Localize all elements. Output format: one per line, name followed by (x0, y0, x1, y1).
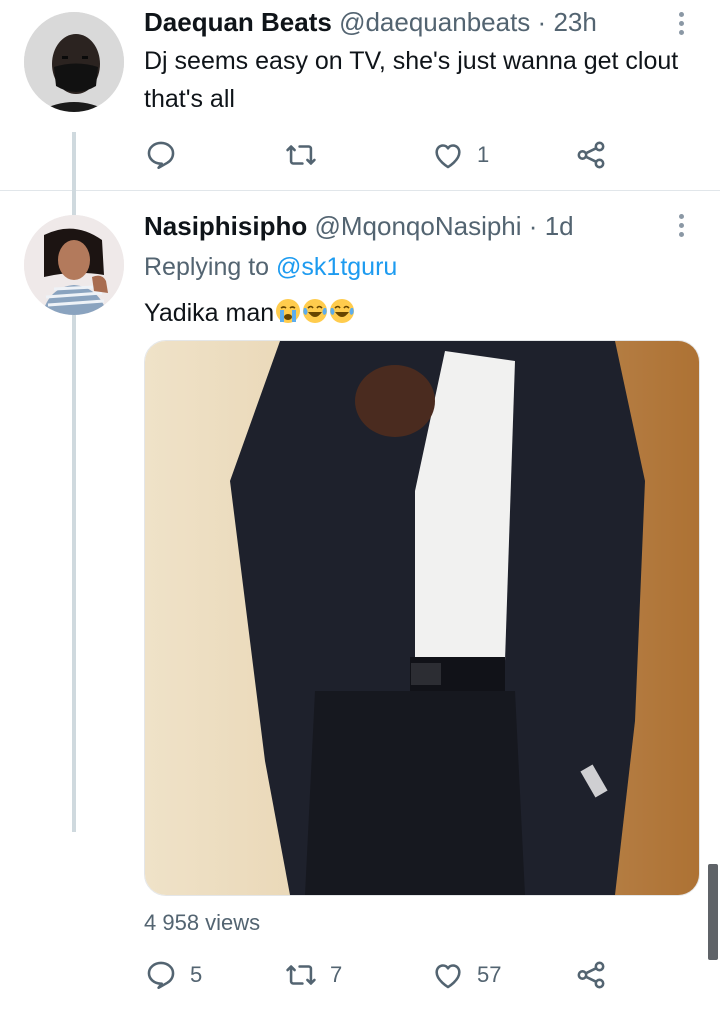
more-dots-icon[interactable] (678, 214, 686, 241)
tweet-actions: 1 (144, 135, 614, 175)
tweet-header: Nasiphisipho @MqonqoNasiphi · 1d (144, 210, 574, 242)
separator-dot: · (537, 7, 547, 37)
handle[interactable]: @daequanbeats (339, 7, 530, 37)
share-button[interactable] (574, 955, 608, 995)
display-name[interactable]: Nasiphisipho (144, 211, 307, 241)
retweet-button[interactable]: 7 (284, 955, 342, 995)
like-count: 1 (477, 142, 490, 167)
replying-prefix: Replying to (144, 253, 270, 281)
retweet-icon (286, 965, 316, 985)
retweet-icon (286, 145, 316, 165)
replying-to: Replying to @sk1tguru (144, 248, 397, 286)
heart-icon (435, 964, 461, 989)
like-button[interactable]: 1 (431, 135, 489, 175)
divider (0, 190, 720, 191)
like-button[interactable]: 57 (431, 955, 501, 995)
tweet-video[interactable] (144, 340, 700, 896)
avatar[interactable] (24, 215, 124, 315)
reply-button[interactable] (144, 135, 190, 175)
retweet-button[interactable] (284, 135, 330, 175)
like-count: 57 (477, 962, 502, 987)
tweet-actions: 5 7 57 (144, 955, 614, 995)
reply-count: 5 (190, 962, 203, 987)
timestamp[interactable]: 23h (553, 7, 596, 37)
display-name[interactable]: Daequan Beats (144, 7, 332, 37)
share-icon (577, 961, 605, 989)
tweet-card[interactable]: Daequan Beats @daequanbeats · 23h Dj see… (0, 0, 720, 190)
view-count: 4 958 views (144, 910, 261, 935)
avatar[interactable] (24, 12, 124, 112)
tweet-text-content: Yadika man (144, 299, 275, 327)
reply-button[interactable]: 5 (144, 955, 202, 995)
tweet-text: Yadika man (144, 294, 355, 332)
timestamp[interactable]: 1d (545, 211, 574, 241)
separator-dot: · (528, 211, 538, 241)
reply-icon (147, 961, 175, 990)
mention-link[interactable]: @sk1tguru (276, 253, 397, 281)
tweet-header: Daequan Beats @daequanbeats · 23h (144, 6, 597, 38)
face-with-tears-of-joy-icon (330, 299, 355, 323)
tweet-text: Dj seems easy on TV, she's just wanna ge… (144, 47, 679, 113)
face-with-tears-of-joy-icon (303, 299, 328, 323)
scrollbar[interactable] (708, 864, 718, 960)
share-button[interactable] (574, 135, 608, 175)
loudly-crying-face-icon (276, 299, 301, 323)
share-icon (577, 141, 605, 169)
heart-icon (435, 144, 461, 169)
reply-icon (147, 141, 175, 170)
handle[interactable]: @MqonqoNasiphi (314, 211, 521, 241)
retweet-count: 7 (330, 962, 343, 987)
more-dots-icon[interactable] (678, 12, 686, 39)
